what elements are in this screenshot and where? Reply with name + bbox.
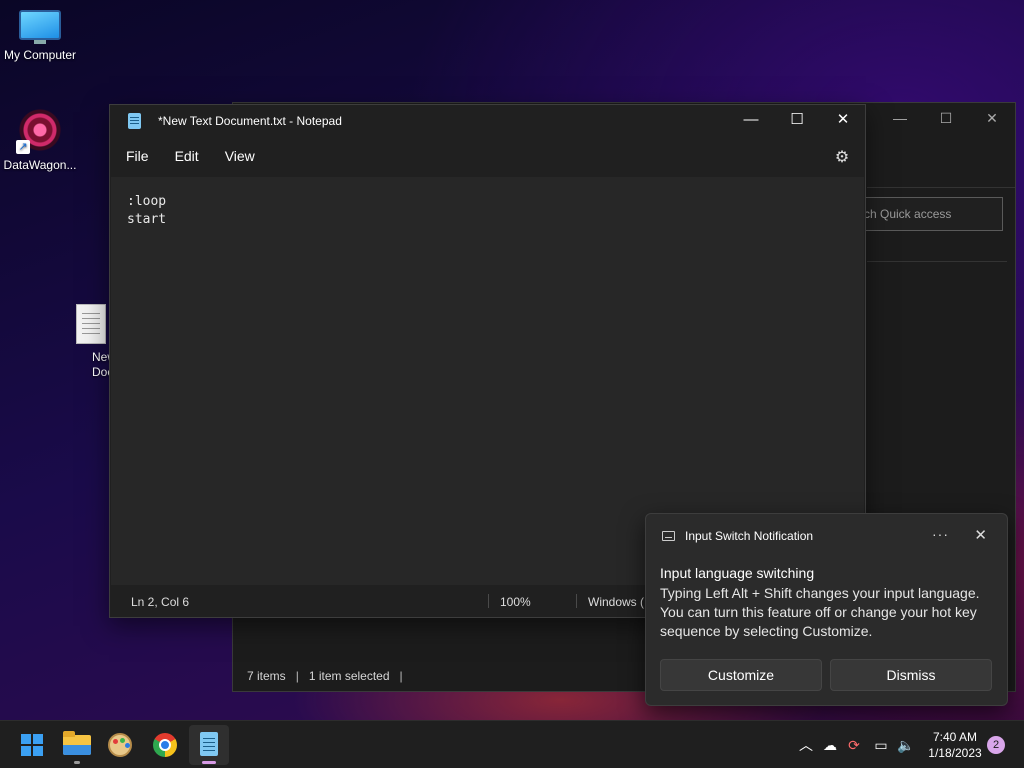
cursor-position: Ln 2, Col 6 (131, 595, 190, 609)
start-button[interactable] (12, 725, 52, 765)
more-options-icon[interactable]: ··· (932, 526, 949, 542)
explorer-divider (867, 261, 1007, 262)
active-indicator (202, 761, 216, 764)
datawagon-icon: ↗ (16, 106, 64, 154)
customize-button[interactable]: Customize (660, 659, 822, 691)
desktop-icon-label: DataWagon... (3, 158, 77, 172)
desktop-icon-label: My Computer (3, 48, 77, 62)
minimize-button[interactable]: — (877, 103, 923, 133)
line-ending: Windows ( (588, 595, 645, 609)
menu-file[interactable]: File (116, 141, 159, 173)
settings-gear-icon[interactable]: ⚙ (833, 149, 851, 167)
palette-icon (108, 733, 132, 757)
status-separator: | (295, 669, 299, 683)
item-count: 7 items (247, 669, 286, 683)
toast-app-name: Input Switch Notification (685, 529, 814, 543)
toast-close-icon[interactable]: ✕ (974, 526, 987, 544)
keyboard-icon (662, 531, 675, 541)
maximize-button[interactable]: ☐ (774, 105, 820, 137)
close-button[interactable]: ✕ (969, 103, 1015, 133)
status-separator (488, 594, 489, 608)
shortcut-arrow-icon: ↗ (16, 140, 30, 154)
notepad-icon (128, 113, 141, 129)
taskbar: ︿ ☁ ⟳ ▭ 🔈 7:40 AM 1/18/2023 2 (0, 720, 1024, 768)
running-indicator (74, 761, 80, 764)
zoom-level: 100% (500, 595, 531, 609)
notepad-taskbar-button[interactable] (189, 725, 229, 765)
sync-icon[interactable]: ⟳ (844, 721, 864, 768)
maximize-button[interactable]: ☐ (923, 103, 969, 133)
status-separator (576, 594, 577, 608)
explorer-window-controls: — ☐ ✕ (877, 103, 1015, 133)
date: 1/18/2023 (928, 746, 982, 760)
text-file-icon (76, 304, 106, 344)
volume-icon[interactable]: 🔈 (896, 721, 916, 768)
clock[interactable]: 7:40 AM 1/18/2023 (920, 729, 990, 761)
file-explorer-taskbar-button[interactable] (57, 725, 97, 765)
notification-badge[interactable]: 2 (987, 736, 1005, 754)
menu-view[interactable]: View (215, 141, 265, 173)
show-hidden-icons-chevron-icon[interactable]: ︿ (796, 721, 816, 768)
windows-logo-icon (21, 734, 43, 756)
cloud-offline-icon[interactable]: ☁ (820, 721, 840, 768)
chrome-icon (153, 733, 177, 757)
explorer-status-bar: 7 items | 1 item selected | (233, 661, 653, 691)
menu-bar: File Edit View (110, 141, 865, 173)
quick-access-search-input[interactable]: ch Quick access (853, 197, 1003, 231)
window-title: *New Text Document.txt - Notepad (158, 114, 342, 128)
paint-taskbar-button[interactable] (100, 725, 140, 765)
notification-toast[interactable]: Input Switch Notification ··· ✕ Input la… (645, 513, 1008, 706)
menu-edit[interactable]: Edit (165, 141, 209, 173)
toast-body: Typing Left Alt + Shift changes your inp… (660, 585, 980, 639)
explorer-divider (867, 187, 1015, 188)
close-button[interactable]: ✕ (820, 105, 866, 137)
display-network-icon[interactable]: ▭ (870, 721, 892, 768)
folder-icon (63, 731, 91, 755)
minimize-button[interactable]: — (728, 105, 774, 137)
monitor-icon (19, 10, 61, 44)
notepad-title-bar[interactable]: *New Text Document.txt - Notepad — ☐ ✕ (110, 105, 865, 137)
notepad-icon (200, 732, 218, 756)
desktop-icon-datawagon[interactable]: ↗ DataWagon... (0, 106, 80, 172)
dismiss-button[interactable]: Dismiss (830, 659, 992, 691)
chrome-taskbar-button[interactable] (145, 725, 185, 765)
time: 7:40 AM (932, 730, 978, 744)
status-separator: | (399, 669, 403, 683)
toast-header: Input Switch Notification (662, 529, 813, 543)
toast-title: Input language switching (660, 565, 815, 581)
desktop-icon-my-computer[interactable]: My Computer (0, 10, 80, 62)
selected-count: 1 item selected (308, 669, 390, 683)
